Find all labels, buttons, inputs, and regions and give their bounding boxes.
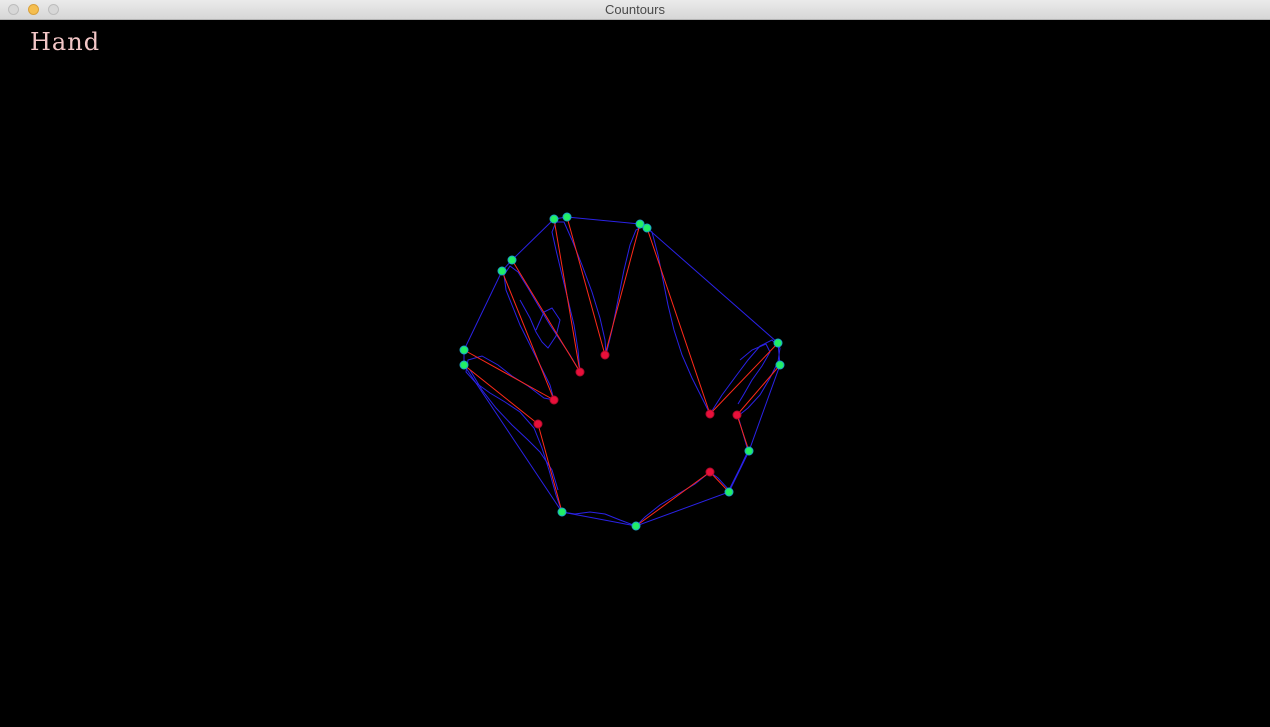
defect-point	[705, 467, 715, 477]
hull-points	[459, 212, 785, 531]
hull-point	[507, 255, 517, 265]
defect-point	[732, 410, 742, 420]
defect-point	[705, 409, 715, 419]
defect-point	[549, 395, 559, 405]
contour-detail-left	[519, 299, 561, 349]
hull-point	[631, 521, 641, 531]
window-title: Countours	[605, 2, 665, 17]
hand-contour	[465, 221, 781, 527]
hull-point	[459, 360, 469, 370]
defect-point	[600, 350, 610, 360]
hull-point	[562, 212, 572, 222]
hull-point	[497, 266, 507, 276]
title-bar[interactable]: Countours	[0, 0, 1270, 20]
hull-point	[642, 223, 652, 233]
hull-point	[557, 507, 567, 517]
contour-drawing	[459, 212, 785, 531]
hull-point	[724, 487, 734, 497]
hull-point	[459, 345, 469, 355]
defect-point	[575, 367, 585, 377]
app-window: Countours Hand	[0, 0, 1270, 727]
defect-points	[533, 350, 742, 477]
hull-point	[744, 446, 754, 456]
hull-point	[549, 214, 559, 224]
contour-canvas: Hand	[0, 20, 1270, 727]
defect-point	[533, 419, 543, 429]
hull-point	[775, 360, 785, 370]
hull-point	[773, 338, 783, 348]
